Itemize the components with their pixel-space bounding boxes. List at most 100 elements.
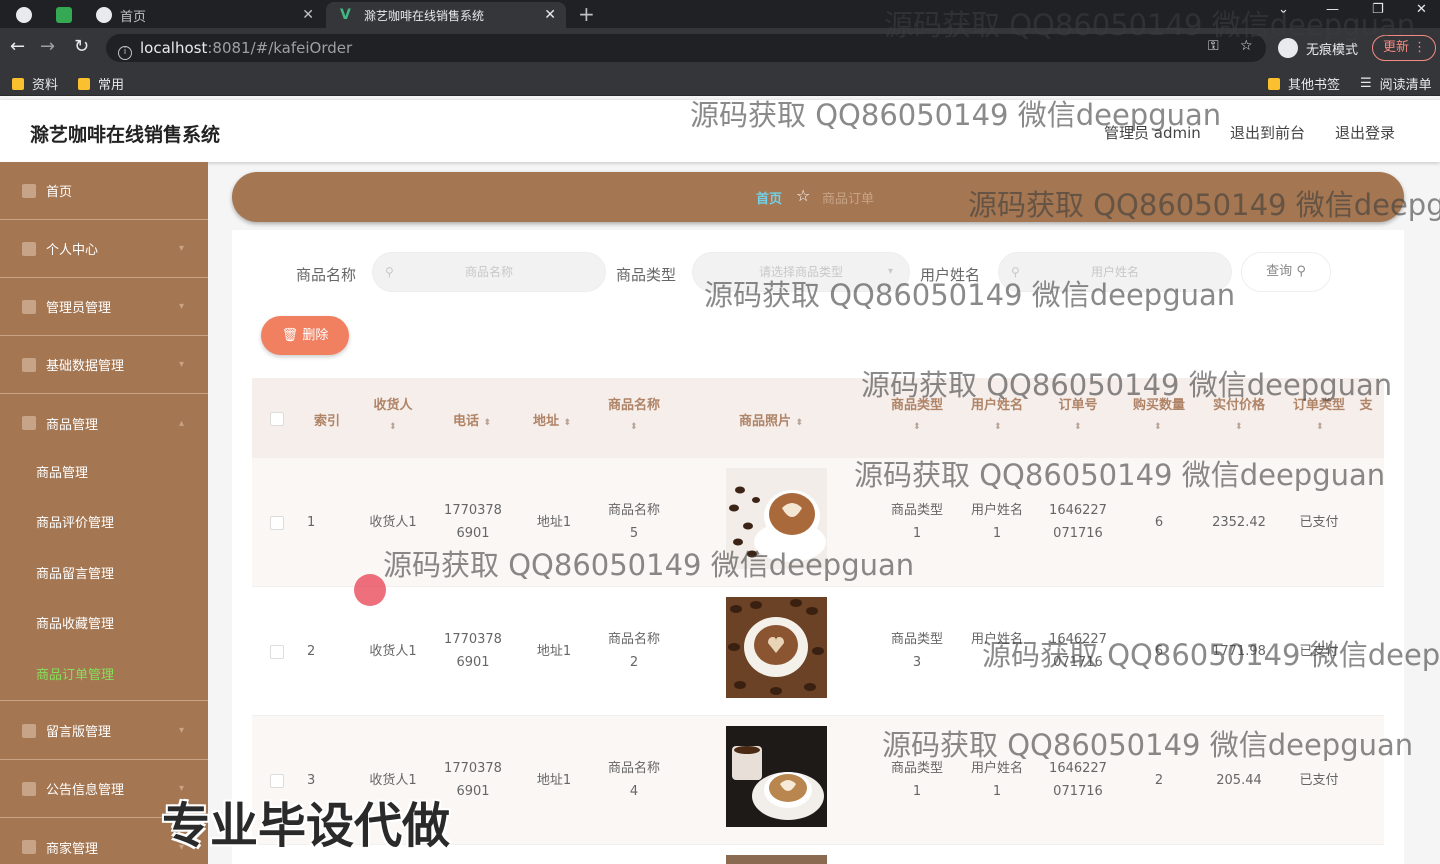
product-photo[interactable] [726,597,827,698]
sidebar-item-label: 公告信息管理 [46,783,125,798]
bookmark-folder[interactable]: 其他书签 [1268,74,1340,93]
col-pay[interactable]: 支 [1356,394,1376,413]
search-icon: ⚲ [1011,265,1020,279]
product-photo[interactable] [726,726,827,827]
update-button[interactable]: 更新 ⋮ [1372,35,1436,61]
col-receiver[interactable]: 收货人 [363,394,423,413]
col-index[interactable]: 索引 [310,410,344,429]
close-icon[interactable]: ✕ [544,7,556,23]
forward-icon[interactable]: → [40,36,55,57]
col-address[interactable]: 地址 ⬍ [522,410,582,429]
search-name-input[interactable]: ⚲ 商品名称 [372,252,606,292]
back-icon[interactable]: ← [10,36,25,57]
url-input[interactable]: i localhost:8081/#/kafeiOrder [106,34,1266,62]
delete-button[interactable]: 🗑 删除 [261,316,349,355]
col-photo[interactable]: 商品照片 ⬍ [726,410,816,429]
col-price[interactable]: 实付价格 [1204,394,1274,413]
sort-icon[interactable]: ⬍ [630,422,638,432]
col-order-type[interactable]: 订单类型 [1284,394,1354,413]
info-icon[interactable]: i [118,46,132,60]
sidebar-item-admins[interactable]: 管理员管理 ▾ [0,278,208,336]
select-all-checkbox[interactable] [270,412,284,426]
col-product-type[interactable]: 商品类型 [882,394,952,413]
bookmark-label: 其他书签 [1288,78,1341,93]
bookmark-label: 资料 [32,78,59,93]
sidebar-subitem-favorites[interactable]: 商品收藏管理 [0,600,208,650]
sort-icon[interactable]: ⬍ [994,422,1002,432]
cell-type-line: 商品类型 [890,632,943,647]
col-quantity[interactable]: 购买数量 [1124,394,1194,413]
table-row[interactable]: 1 收货人1 1770378 6901 地址1 商品名称 5 商品类型 1 用户姓名 1… [252,458,1384,587]
cell-quantity: 6 [1154,515,1164,530]
cell-order-line: 1646227 [1049,761,1107,776]
sidebar-subitem-messages[interactable]: 商品留言管理 [0,550,208,600]
product-photo[interactable] [726,468,827,569]
cell-user-line: 1 [992,526,1002,541]
cell-price: 1771.98 [1212,644,1266,659]
table-row[interactable]: 2 收货人1 1770378 6901 地址1 商品名称 2 商品类型 3 用户姓名 … [252,587,1384,716]
chevron-down-icon: ▾ [178,725,184,736]
col-user-name[interactable]: 用户姓名 [962,394,1032,413]
cell-phone-line: 1770378 [444,761,502,776]
search-type-select[interactable]: 请选择商品类型 ▾ [692,252,910,292]
sidebar-item-products[interactable]: 商品管理 ▴ [0,394,208,452]
breadcrumb-home[interactable]: 首页 [756,188,782,207]
incognito-indicator[interactable]: 无痕模式 [1278,34,1358,62]
reload-icon[interactable]: ↻ [74,36,89,57]
app-header: 滁艺咖啡在线销售系统 管理员 admin 退出到前台 退出登录 [0,100,1440,162]
star-icon[interactable]: ☆ [1240,38,1253,54]
col-order-no[interactable]: 订单号 [1048,394,1108,413]
bookmark-folder[interactable]: 常用 [78,74,124,93]
to-front-link[interactable]: 退出到前台 [1230,122,1305,143]
bookmark-folder[interactable]: 资料 [12,74,58,93]
cell-order-type: 已支付 [1299,644,1339,659]
col-phone[interactable]: 电话 ⬍ [442,410,502,429]
sidebar-subitem-orders[interactable]: 商品订单管理 [0,651,208,701]
cell-address: 地址1 [536,644,572,659]
bookmarks-bar: 资料 常用 其他书签 ☰ 阅读清单 [0,68,1440,96]
restore-icon[interactable]: ❐ [1372,2,1384,17]
logout-link[interactable]: 退出登录 [1335,122,1395,143]
sidebar-item-guestbook[interactable]: 留言版管理 ▾ [0,702,208,760]
cell-user-name: 用户姓名 1 [962,757,1032,803]
product-photo[interactable] [726,855,827,864]
tab-pinned-2[interactable] [44,2,80,28]
close-icon[interactable]: ✕ [302,7,314,23]
sort-icon[interactable]: ⬍ [1316,422,1324,432]
col-product-name[interactable]: 商品名称 [598,394,670,413]
reading-list[interactable]: ☰ 阅读清单 [1360,74,1432,93]
tab-pinned[interactable] [4,2,44,28]
sidebar-item-profile[interactable]: 个人中心 ▾ [0,220,208,278]
minimize-icon[interactable]: — [1326,2,1339,17]
tab-active[interactable]: V 滁艺咖啡在线销售系统 ✕ [326,2,566,28]
search-name-placeholder: 商品名称 [464,265,513,279]
tab-home[interactable]: 首页 ✕ [82,2,324,28]
sidebar-subitem-products[interactable]: 商品管理 [0,449,208,499]
tab-label: 首页 [120,9,147,25]
cell-phone-line: 1770378 [444,632,502,647]
browser-tab-bar: 首页 ✕ V 滁艺咖啡在线销售系统 ✕ + ⌄ — ❐ ✕ [0,0,1440,28]
sidebar-item-basedata[interactable]: 基础数据管理 ▾ [0,336,208,394]
sidebar-item-home[interactable]: 首页 [0,162,208,220]
sort-icon[interactable]: ⬍ [1154,422,1162,432]
sidebar-subitem-reviews[interactable]: 商品评价管理 [0,499,208,549]
key-icon[interactable]: ⚿ [1208,38,1219,54]
cell-user-line: 1 [992,784,1002,799]
vue-logo-icon: V [340,7,351,23]
window-close-icon[interactable]: ✕ [1416,2,1427,17]
search-user-input[interactable]: ⚲ 用户姓名 [998,252,1232,292]
new-tab-icon[interactable]: + [578,2,595,26]
cell-user-name: 用户姓名 [962,628,1032,651]
url-path: :8081/#/kafeiOrder [207,39,353,57]
sort-icon[interactable]: ⬍ [1074,422,1082,432]
sidebar-item-label: 首页 [46,185,73,200]
row-checkbox[interactable] [270,516,284,530]
row-checkbox[interactable] [270,645,284,659]
chevron-down-icon[interactable]: ⌄ [1278,2,1289,17]
sort-icon[interactable]: ⬍ [1235,422,1243,432]
sort-icon[interactable]: ⬍ [913,422,921,432]
query-button[interactable]: 查询 ⚲ [1241,252,1331,292]
search-user-placeholder: 用户姓名 [1090,265,1139,279]
sort-icon[interactable]: ⬍ [389,422,397,432]
cell-phone: 1770378 6901 [438,628,508,674]
